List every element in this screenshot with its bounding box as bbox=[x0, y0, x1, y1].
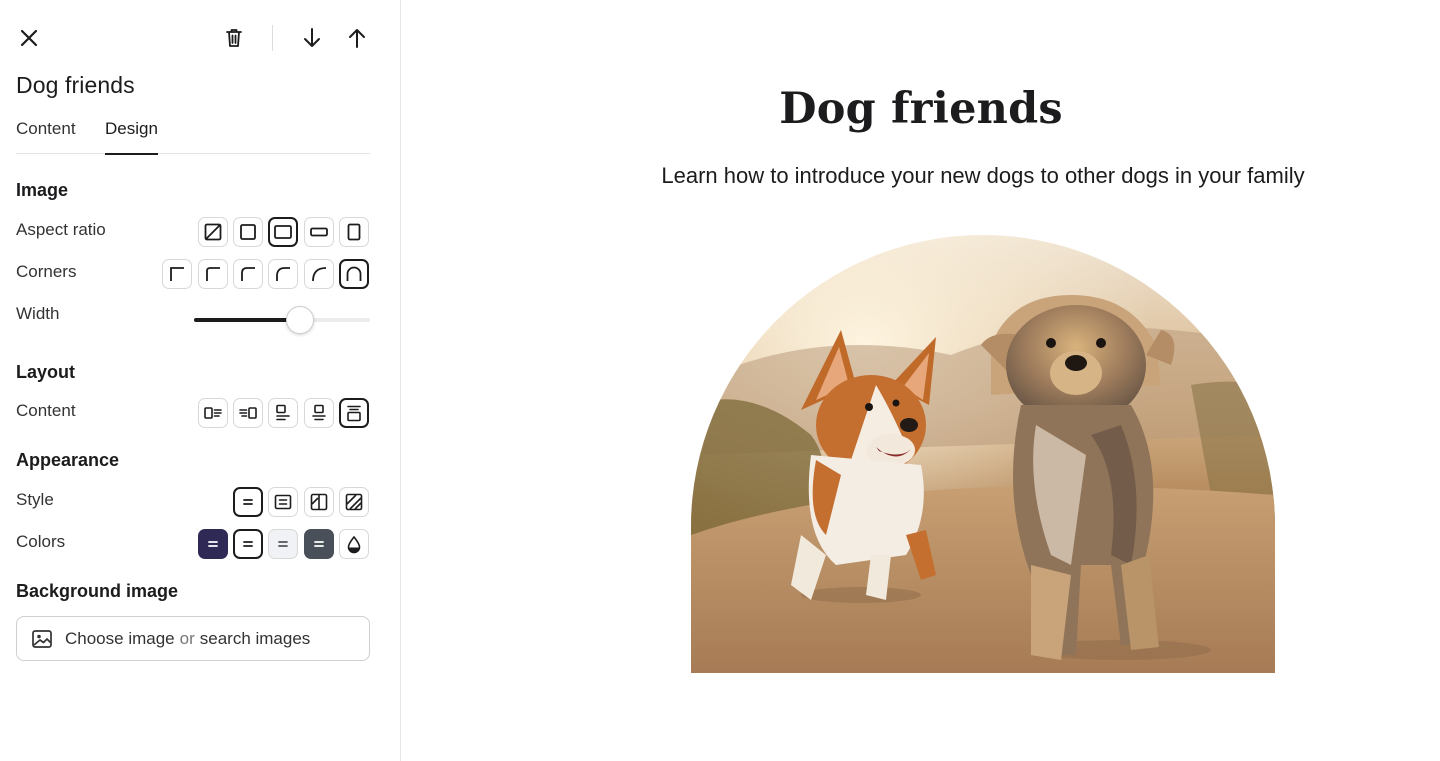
corner-slight-icon bbox=[206, 267, 220, 281]
panel-tabs: Content Design bbox=[16, 117, 370, 155]
trash-icon bbox=[226, 29, 242, 47]
layout-image-bottom-icon bbox=[347, 405, 361, 422]
aspect-portrait-icon bbox=[347, 223, 361, 241]
layout-image-bottom-option[interactable] bbox=[339, 398, 369, 428]
close-button[interactable] bbox=[13, 22, 45, 54]
corners-square-option[interactable] bbox=[162, 259, 192, 289]
content-layout-label: Content bbox=[16, 401, 76, 420]
style-pattern-option[interactable] bbox=[339, 487, 369, 517]
aspect-ratio-wide-option[interactable] bbox=[304, 217, 334, 247]
color-custom-option[interactable] bbox=[339, 529, 369, 559]
corners-arch-option[interactable] bbox=[339, 259, 369, 289]
aspect-ratio-landscape-option[interactable] bbox=[268, 217, 298, 247]
corners-label: Corners bbox=[16, 262, 77, 281]
width-slider-thumb[interactable] bbox=[285, 306, 314, 334]
style-pattern-icon bbox=[345, 493, 363, 511]
corner-round-icon bbox=[312, 267, 327, 282]
dogs-photo bbox=[691, 235, 1275, 673]
design-sidebar: Dog friends Content Design Image Aspect … bbox=[0, 0, 401, 761]
search-images-text: search images bbox=[199, 628, 311, 648]
corners-medium-option[interactable] bbox=[233, 259, 263, 289]
aspect-ratio-portrait-option[interactable] bbox=[339, 217, 369, 247]
color-drop-icon bbox=[347, 535, 361, 554]
width-slider-fill bbox=[194, 318, 300, 322]
corner-arch-icon bbox=[346, 266, 362, 281]
aspect-square-icon bbox=[240, 224, 256, 240]
corners-round-option[interactable] bbox=[304, 259, 334, 289]
tab-design[interactable]: Design bbox=[105, 117, 158, 155]
move-up-button[interactable] bbox=[341, 22, 373, 54]
color-swatch-icon bbox=[278, 541, 288, 547]
style-label: Style bbox=[16, 490, 54, 509]
arrow-up-icon bbox=[349, 29, 365, 48]
aspect-ratio-square-option[interactable] bbox=[233, 217, 263, 247]
layout-image-right-option[interactable] bbox=[233, 398, 263, 428]
preview-subtitle[interactable]: Learn how to introduce your new dogs to … bbox=[402, 163, 1440, 189]
aspect-landscape-icon bbox=[274, 225, 292, 239]
aspect-ratio-label: Aspect ratio bbox=[16, 220, 106, 239]
layout-image-left-option[interactable] bbox=[198, 398, 228, 428]
card-preview: Dog friends Learn how to introduce your … bbox=[402, 0, 1440, 761]
delete-button[interactable] bbox=[218, 22, 250, 54]
colors-label: Colors bbox=[16, 532, 66, 551]
arrow-down-icon bbox=[304, 28, 320, 47]
corners-slight-option[interactable] bbox=[198, 259, 228, 289]
layout-image-top-center-option[interactable] bbox=[304, 398, 334, 428]
layout-image-right-icon bbox=[239, 407, 257, 419]
panel-title: Dog friends bbox=[16, 72, 135, 98]
tab-content[interactable]: Content bbox=[16, 117, 76, 154]
toolbar-divider bbox=[272, 25, 273, 51]
choose-image-text: Choose image bbox=[65, 628, 175, 648]
aspect-original-icon bbox=[204, 223, 222, 241]
style-plain-option[interactable] bbox=[233, 487, 263, 517]
preview-image[interactable] bbox=[691, 235, 1275, 673]
style-split-option[interactable] bbox=[304, 487, 334, 517]
style-plain-icon bbox=[243, 499, 253, 505]
color-swatch-icon bbox=[243, 541, 253, 547]
style-card-icon bbox=[274, 494, 292, 510]
width-label: Width bbox=[16, 304, 60, 323]
layout-image-top-left-option[interactable] bbox=[268, 398, 298, 428]
color-swatch-icon bbox=[208, 541, 218, 547]
color-slate-option[interactable] bbox=[304, 529, 334, 559]
move-down-button[interactable] bbox=[296, 22, 328, 54]
layout-image-top-left-icon bbox=[276, 404, 290, 421]
color-swatch-icon bbox=[314, 541, 324, 547]
choose-background-image-button[interactable]: Choose image or search images bbox=[16, 616, 370, 661]
layout-image-left-icon bbox=[204, 407, 222, 419]
color-dark-purple-option[interactable] bbox=[198, 529, 228, 559]
corners-large-option[interactable] bbox=[268, 259, 298, 289]
corner-large-icon bbox=[276, 267, 290, 281]
corner-medium-icon bbox=[241, 267, 255, 281]
preview-title[interactable]: Dog friends bbox=[402, 84, 1440, 134]
aspect-wide-icon bbox=[310, 227, 328, 237]
layout-section-title: Layout bbox=[16, 362, 76, 382]
image-icon bbox=[32, 629, 52, 648]
width-slider[interactable] bbox=[194, 306, 370, 334]
layout-image-top-center-icon bbox=[312, 404, 326, 421]
aspect-ratio-original-option[interactable] bbox=[198, 217, 228, 247]
style-split-icon bbox=[310, 493, 328, 511]
close-icon bbox=[20, 29, 38, 47]
appearance-section-title: Appearance bbox=[16, 450, 120, 470]
or-text: or bbox=[179, 628, 195, 648]
color-light-gray-option[interactable] bbox=[268, 529, 298, 559]
corner-square-icon bbox=[170, 267, 184, 281]
background-image-section-title: Background image bbox=[16, 581, 179, 601]
color-white-option[interactable] bbox=[233, 529, 263, 559]
style-card-option[interactable] bbox=[268, 487, 298, 517]
image-section-title: Image bbox=[16, 180, 69, 200]
